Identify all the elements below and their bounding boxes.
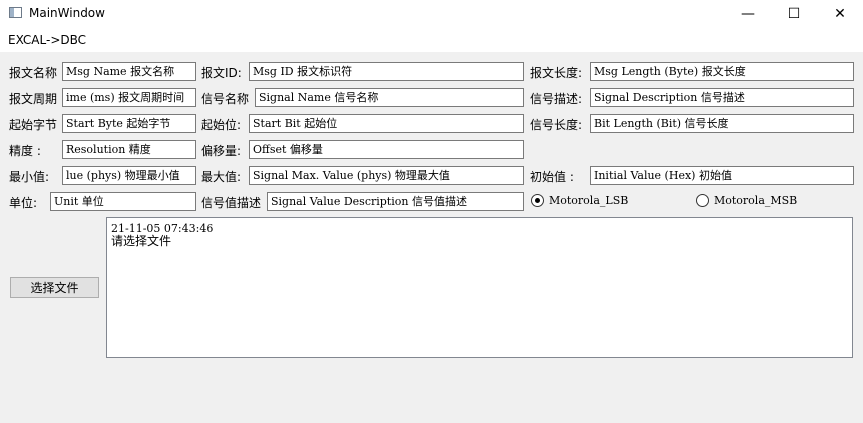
select-file-button[interactable]: 选择文件 (10, 277, 99, 298)
log-output[interactable]: 21-11-05 07:43:46 请选择文件 (106, 217, 853, 358)
label-start-byte: 起始字节 (9, 118, 58, 132)
signal-length-field[interactable]: Bit Length (Bit) 信号长度 (590, 114, 854, 133)
radio-motorola-msb[interactable] (696, 194, 709, 207)
signal-name-field[interactable]: Signal Name 信号名称 (255, 88, 524, 107)
start-bit-field[interactable]: Start Bit 起始位 (249, 114, 524, 133)
minimize-button[interactable]: — (725, 0, 771, 28)
radio-motorola-msb-label: Motorola_MSB (714, 194, 798, 207)
label-msg-id: 报文ID: (201, 66, 242, 80)
label-unit: 单位: (9, 196, 38, 210)
label-start-bit: 起始位: (201, 118, 242, 132)
title-bar: MainWindow — ☐ ✕ (0, 0, 863, 28)
menu-excal-to-dbc[interactable]: EXCAL->DBC (8, 33, 86, 47)
app-window-icon (9, 7, 22, 18)
cycle-time-field[interactable]: ime (ms) 报文周期时间 (62, 88, 196, 107)
label-min-value: 最小值: (9, 170, 50, 184)
maximize-button[interactable]: ☐ (771, 0, 817, 28)
minimize-icon: — (741, 6, 755, 22)
menu-bar: EXCAL->DBC (0, 28, 863, 52)
msg-id-field[interactable]: Msg ID 报文标识符 (249, 62, 524, 81)
label-initial-value: 初始值 : (530, 170, 574, 184)
label-signal-description: 信号描述: (530, 92, 583, 106)
label-resolution: 精度 : (9, 144, 41, 158)
window-title: MainWindow (29, 6, 105, 20)
unit-field[interactable]: Unit 单位 (50, 192, 196, 211)
select-file-button-label: 选择文件 (30, 281, 79, 295)
log-timestamp: 21-11-05 07:43:46 (111, 222, 214, 235)
radio-motorola-lsb-label: Motorola_LSB (549, 194, 629, 207)
maximize-icon: ☐ (787, 6, 801, 22)
close-icon: ✕ (834, 6, 846, 22)
close-button[interactable]: ✕ (817, 0, 863, 28)
label-signal-length: 信号长度: (530, 118, 583, 132)
resolution-field[interactable]: Resolution 精度 (62, 140, 196, 159)
min-value-field[interactable]: lue (phys) 物理最小值 (62, 166, 196, 185)
label-offset: 偏移量: (201, 144, 242, 158)
label-cycle-time: 报文周期 (9, 92, 58, 106)
label-signal-name: 信号名称 (201, 92, 250, 106)
log-message: 请选择文件 (111, 234, 172, 248)
label-msg-length: 报文长度: (530, 66, 583, 80)
label-value-description: 信号值描述 (201, 196, 262, 210)
signal-description-field[interactable]: Signal Description 信号描述 (590, 88, 854, 107)
label-max-value: 最大值: (201, 170, 242, 184)
max-value-field[interactable]: Signal Max. Value (phys) 物理最大值 (249, 166, 524, 185)
value-description-field[interactable]: Signal Value Description 信号值描述 (267, 192, 524, 211)
start-byte-field[interactable]: Start Byte 起始字节 (62, 114, 196, 133)
initial-value-field[interactable]: Initial Value (Hex) 初始值 (590, 166, 854, 185)
msg-length-field[interactable]: Msg Length (Byte) 报文长度 (590, 62, 854, 81)
radio-motorola-lsb[interactable] (531, 194, 544, 207)
msg-name-field[interactable]: Msg Name 报文名称 (62, 62, 196, 81)
offset-field[interactable]: Offset 偏移量 (249, 140, 524, 159)
label-msg-name: 报文名称 (9, 66, 58, 80)
